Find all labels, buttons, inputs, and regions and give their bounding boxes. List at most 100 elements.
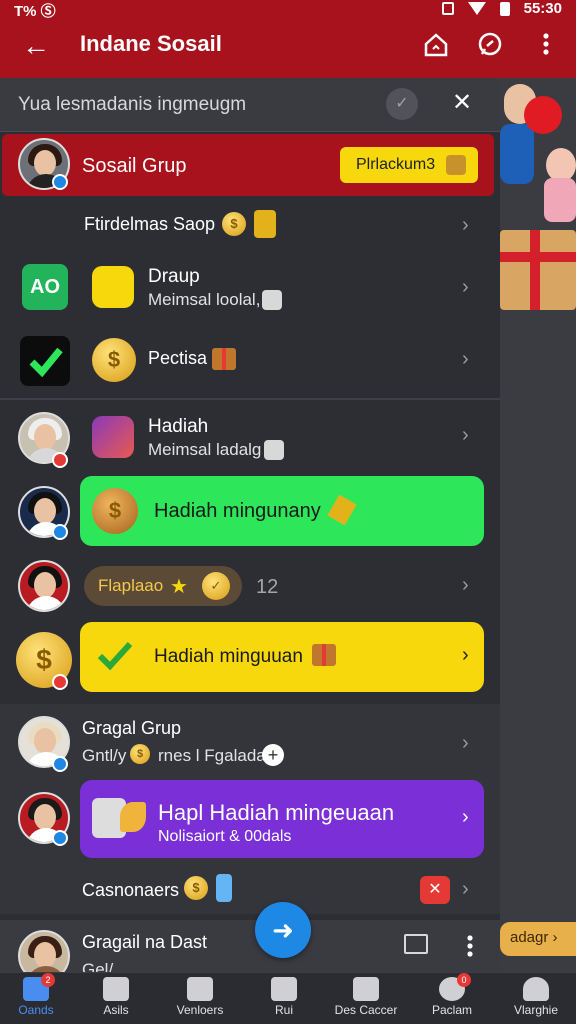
chevron-right-icon[interactable]: › [462, 644, 469, 667]
side-action-pill[interactable]: adagr › [500, 922, 576, 956]
search-input[interactable]: Yua lesmadanis ingmeugm [18, 94, 246, 116]
side-pill-label: adagr [510, 929, 549, 946]
item-subtitle: Meimsal ladalg [148, 440, 262, 459]
gem-icon [262, 290, 282, 310]
calendar-icon [271, 977, 297, 1001]
item-subtitle: Gel/ [82, 960, 114, 972]
close-icon[interactable]: ✕ [452, 88, 472, 117]
home-icon[interactable] [422, 32, 450, 60]
nav-item-des-caccer[interactable]: Des Caccer [330, 977, 402, 1017]
divider [0, 398, 500, 400]
weekly-gift-banner[interactable]: Hadiah minguuan › [80, 622, 484, 692]
nav-label: Des Caccer [334, 1003, 398, 1017]
nav-label: Vlarghie [513, 1003, 559, 1017]
nav-label: Oands [18, 1003, 54, 1017]
list-item-weekly-reward[interactable]: $ Hadiah mingunany [0, 476, 500, 550]
bottom-navigation: 2 Oands Asils Venloers Rui Des Caccer 0 … [0, 972, 576, 1024]
nav-item-oands[interactable]: 2 Oands [0, 973, 72, 1017]
nav-item-paclam[interactable]: 0 Paclam [416, 973, 488, 1017]
more-vertical-icon[interactable] [532, 32, 560, 60]
status-bar: T% Ⓢ 55:30 [0, 0, 576, 20]
chevron-right-icon[interactable]: › [462, 806, 469, 829]
gem-icon [264, 440, 284, 460]
more-vertical-icon[interactable] [466, 934, 474, 963]
settings-badge-icon[interactable] [524, 96, 562, 134]
list-icon [187, 977, 213, 1001]
app-tile-ao: AO [22, 264, 68, 310]
list-item-ftirdelmas[interactable]: Ftirdelmas Saop $ › [0, 202, 500, 250]
nav-item-vlarghie[interactable]: Vlarghie [500, 977, 572, 1017]
item-name: Casnonaers [82, 880, 180, 900]
nav-badge: 2 [41, 973, 55, 987]
gift-icon [212, 348, 236, 370]
banner-label: Hadiah minguuan [154, 646, 303, 667]
wifi-icon [467, 2, 486, 15]
chevron-right-icon[interactable]: › [462, 732, 469, 755]
page-title: Indane Sosail [80, 31, 222, 56]
banner-title: Hapl Hadiah mingeuaan [158, 800, 395, 825]
premium-pill[interactable]: Plrlackum3 [340, 147, 478, 183]
weekly-reward-banner[interactable]: $ Hadiah mingunany [80, 476, 484, 546]
banner-label: Hadiah mingunany [154, 500, 321, 522]
compose-fab-button[interactable]: ➜ [255, 902, 311, 958]
list-item-gragal-grup[interactable]: Gragal Grup Gntl/y $ rnes l Fgaladal + › [0, 712, 500, 776]
checkmark-icon[interactable]: ✓ [386, 88, 418, 120]
back-arrow-icon[interactable]: ← [22, 30, 50, 62]
money-bag-icon: $ [92, 488, 138, 534]
list-item-gragail-dast[interactable]: Gragail na Dast Gel/ [0, 924, 500, 972]
list-item-pectisa[interactable]: $ Pectisa › [0, 332, 500, 392]
chevron-right-icon[interactable]: › [462, 276, 469, 299]
close-badge-icon[interactable]: ✕ [420, 876, 450, 904]
chevron-right-icon[interactable]: › [462, 878, 469, 901]
search-bar[interactable]: Yua lesmadanis ingmeugm ✓ ✕ [0, 78, 500, 132]
nav-badge: 0 [457, 973, 471, 987]
house-icon [103, 977, 129, 1001]
chat-icon[interactable] [476, 32, 504, 60]
notification-badge-icon [52, 674, 68, 690]
chevron-right-icon[interactable]: › [462, 424, 469, 447]
shopping-bag-icon [92, 266, 134, 308]
verified-badge-icon [52, 830, 68, 846]
list-item-weekly-gift[interactable]: $ Hadiah minguuan › [0, 622, 500, 696]
list-item-casnonaers[interactable]: Casnonaers $ ✕ › [0, 868, 500, 912]
star-icon: ★ [170, 576, 188, 598]
plus-circle-icon[interactable]: + [262, 744, 284, 766]
instagram-icon [92, 416, 134, 458]
nav-item-rui[interactable]: Rui [248, 977, 320, 1017]
verified-badge-icon [52, 524, 68, 540]
doll-icon [546, 148, 576, 182]
weekly-reward-promo-banner[interactable]: Hapl Hadiah mingeuaan Nolisaiort & 00dal… [80, 780, 484, 858]
chevron-right-icon[interactable]: › [462, 574, 469, 597]
gift-box-icon [500, 230, 576, 310]
list-item-hadiah[interactable]: Hadiah Meimsal ladalg › [0, 408, 500, 472]
nav-label: Rui [274, 1003, 293, 1017]
chevron-right-icon[interactable]: › [462, 348, 469, 371]
chevron-right-icon: › [552, 929, 558, 946]
item-name: Gragal Grup [82, 718, 182, 738]
profile-icon [523, 977, 549, 1001]
feather-icon [120, 802, 146, 832]
coin-icon: $ [130, 744, 150, 764]
list-item-flaplaao[interactable]: Flaplaao ★ ✓ 12 › [0, 556, 500, 616]
coin-icon: ✓ [202, 572, 230, 600]
nav-label: Paclam [431, 1003, 472, 1017]
item-subtitle-extra: rnes l Fgaladal [158, 746, 270, 765]
item-name: Draup [148, 266, 200, 287]
premium-pill-label: Plrlackum3 [356, 156, 436, 174]
list-item-draup[interactable]: AO Draup Meimsal loolal, › [0, 258, 500, 318]
list-panel: Yua lesmadanis ingmeugm ✓ ✕ Sosail Grup … [0, 78, 500, 972]
check-icon [97, 641, 133, 671]
camera-icon [353, 977, 379, 1001]
item-name: Sosail Grup [82, 155, 187, 177]
chevron-right-icon[interactable]: › [462, 214, 469, 237]
list-item-sosial-grup[interactable]: Sosail Grup Plrlackum3 [0, 134, 500, 198]
list-item-purple-reward[interactable]: Hapl Hadiah mingeuaan Nolisaiort & 00dal… [0, 778, 500, 862]
flaplaao-pill[interactable]: Flaplaao ★ ✓ [84, 566, 242, 606]
notification-badge-icon [52, 452, 68, 468]
nav-item-venloers[interactable]: Venloers [164, 977, 236, 1017]
app-header: ← Indane Sosail [0, 18, 576, 78]
image-icon[interactable] [404, 934, 428, 954]
potion-icon [216, 874, 232, 902]
item-subtitle: Gntl/y [82, 746, 127, 765]
nav-item-asils[interactable]: Asils [80, 977, 152, 1017]
